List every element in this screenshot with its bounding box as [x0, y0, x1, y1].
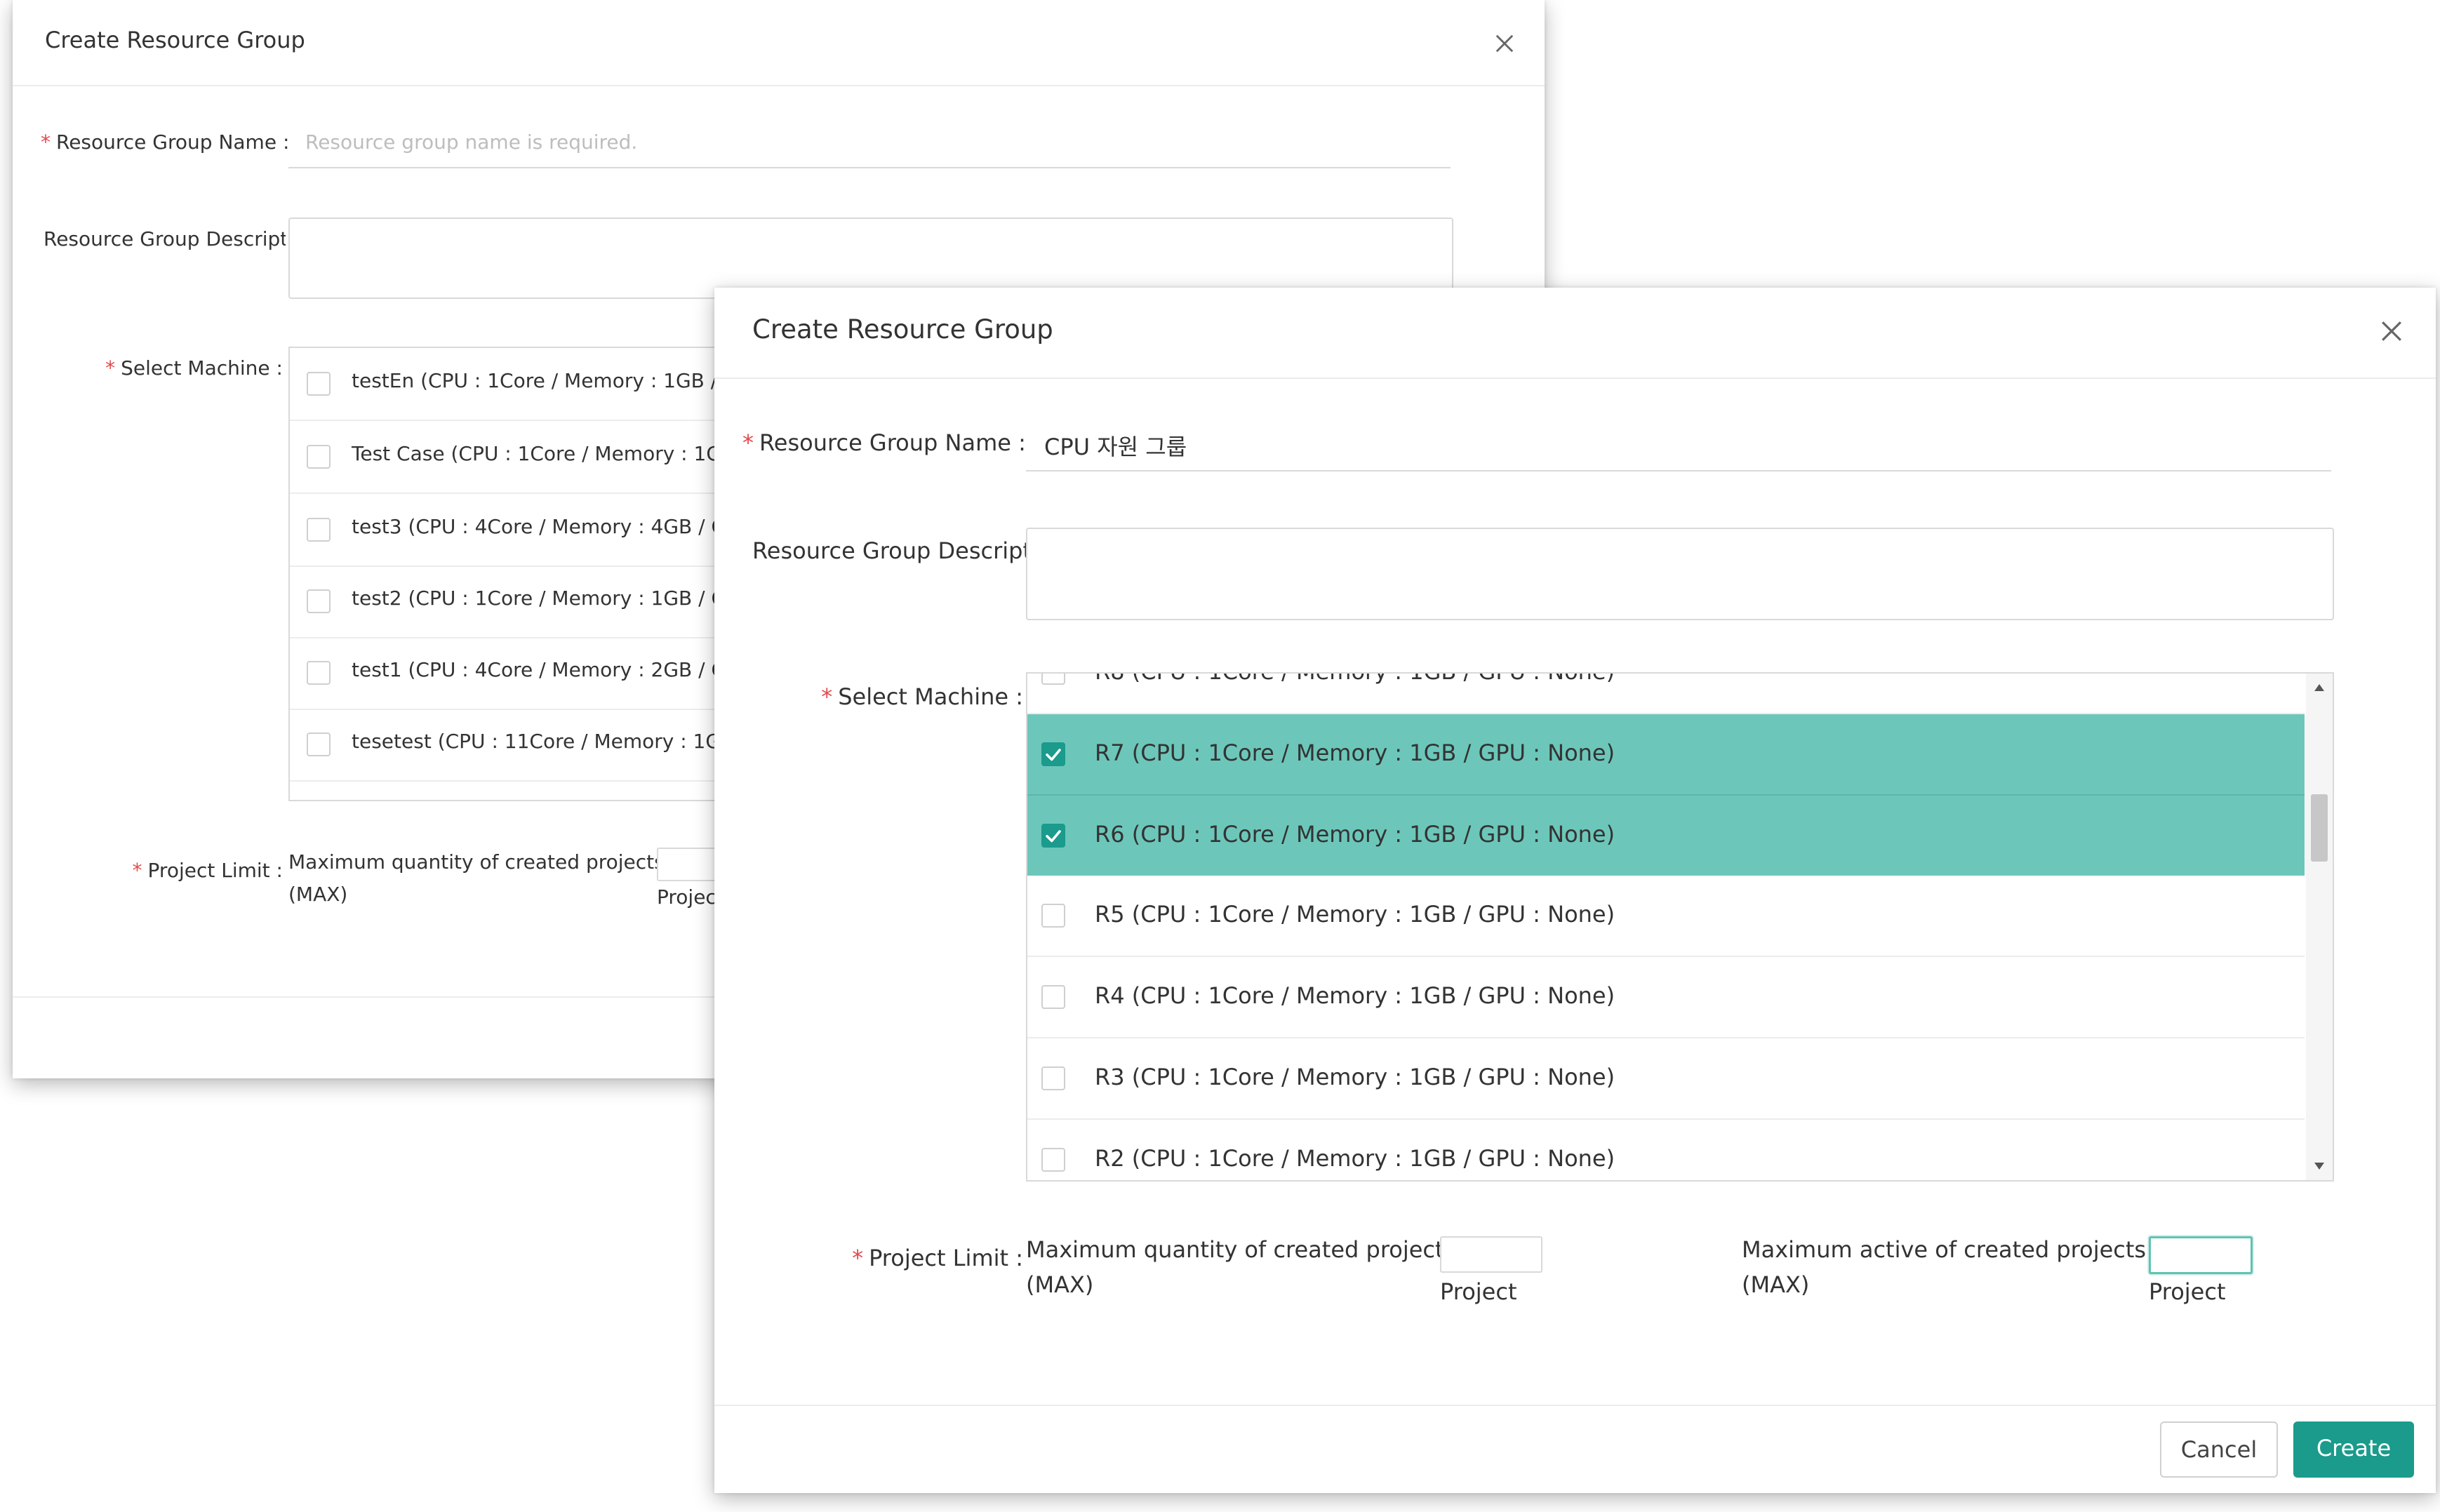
name-placeholder: Resource group name is required.: [305, 131, 638, 154]
max-quantity-label-line1: Maximum quantity of created projects: [288, 850, 665, 874]
required-marker: *: [105, 356, 116, 380]
machine-checkbox[interactable]: [307, 518, 331, 542]
project-limit-label: * Project Limit :: [852, 1245, 1023, 1271]
create-resource-group-dialog: Create Resource Group * Resource Group Na…: [714, 288, 2436, 1493]
machine-checkbox[interactable]: [307, 732, 331, 756]
machine-label: R5 (CPU : 1Core / Memory : 1GB / GPU : N…: [1095, 901, 1615, 928]
machine-label: testEn (CPU : 1Core / Memory : 1GB / GPU: [352, 369, 766, 392]
machine-checkbox[interactable]: [1041, 1066, 1065, 1090]
machine-row-r6[interactable]: R6 (CPU : 1Core / Memory : 1GB / GPU : N…: [1027, 796, 2305, 876]
scrollbar-thumb[interactable]: [2311, 794, 2328, 862]
machine-checkbox[interactable]: [307, 589, 331, 613]
required-marker: *: [852, 1245, 864, 1271]
resource-group-description-input[interactable]: [1026, 528, 2334, 620]
max-active-label-line1: Maximum active of created projects: [1742, 1236, 2147, 1263]
machine-label: tesetest (CPU : 11Core / Memory : 1GB / …: [352, 730, 769, 753]
resource-group-name-label: * Resource Group Name :: [41, 131, 290, 154]
machine-label: R4 (CPU : 1Core / Memory : 1GB / GPU : N…: [1095, 982, 1615, 1009]
dialog-title: Create Resource Group: [752, 314, 1053, 344]
create-button[interactable]: Create: [2293, 1421, 2414, 1478]
dialog-header: Create Resource Group: [13, 0, 1545, 86]
machine-row-r3[interactable]: R3 (CPU : 1Core / Memory : 1GB / GPU : N…: [1027, 1038, 2305, 1118]
machine-checkbox[interactable]: [307, 445, 331, 469]
machine-row-r4[interactable]: R4 (CPU : 1Core / Memory : 1GB / GPU : N…: [1027, 957, 2305, 1037]
required-marker: *: [132, 859, 142, 882]
machine-label: R2 (CPU : 1Core / Memory : 1GB / GPU : N…: [1095, 1145, 1615, 1172]
scroll-down-arrow-icon[interactable]: [2314, 1162, 2325, 1170]
dialog-title: Create Resource Group: [45, 27, 305, 53]
resource-group-description-label: Resource Group Description: [752, 537, 1026, 564]
required-marker: *: [742, 429, 754, 456]
max-quantity-input[interactable]: [1440, 1236, 1542, 1273]
close-icon[interactable]: [1495, 34, 1514, 53]
machine-checkbox[interactable]: [307, 372, 331, 396]
machine-label: test3 (CPU : 4Core / Memory : 4GB / GPU: [352, 515, 753, 538]
resource-group-description-input[interactable]: [288, 218, 1453, 299]
max-quantity-unit-label: Project: [1440, 1278, 1517, 1305]
project-unit-label: Projec: [657, 885, 716, 909]
machine-checkbox-checked[interactable]: [1041, 824, 1065, 848]
checkmark-icon: [1046, 749, 1061, 761]
max-active-input[interactable]: [2149, 1236, 2253, 1274]
scroll-up-arrow-icon[interactable]: [2314, 683, 2325, 692]
machine-label: R8 (CPU : 1Core / Memory : 1GB / GPU : N…: [1095, 674, 1615, 685]
dialog-header: Create Resource Group: [714, 288, 2436, 379]
machine-label: Test Case (CPU : 1Core / Memory : 1GB / …: [352, 442, 770, 465]
machine-label: R6 (CPU : 1Core / Memory : 1GB / GPU : N…: [1095, 821, 1615, 848]
machine-checkbox[interactable]: [1041, 674, 1065, 685]
required-marker: *: [41, 131, 51, 154]
required-marker: *: [821, 683, 833, 710]
select-machine-label: * Select Machine :: [821, 683, 1023, 710]
machine-row-r7[interactable]: R7 (CPU : 1Core / Memory : 1GB / GPU : N…: [1027, 714, 2305, 794]
resource-group-name-input[interactable]: CPU 자원 그룹: [1026, 417, 2331, 471]
scrollbar-track[interactable]: [2306, 674, 2333, 1180]
machine-label: R3 (CPU : 1Core / Memory : 1GB / GPU : N…: [1095, 1064, 1615, 1090]
machine-checkbox-checked[interactable]: [1041, 742, 1065, 766]
max-quantity-label-line2: (MAX): [1026, 1271, 1094, 1298]
machine-label: test2 (CPU : 1Core / Memory : 1GB / GPU: [352, 587, 753, 610]
max-quantity-label-line1: Maximum quantity of created projects: [1026, 1236, 1456, 1263]
machine-row-r5[interactable]: R5 (CPU : 1Core / Memory : 1GB / GPU : N…: [1027, 876, 2305, 956]
resource-group-name-label: * Resource Group Name :: [742, 429, 1026, 456]
footer-divider: [714, 1405, 2436, 1406]
max-active-unit-label: Project: [2149, 1278, 2226, 1305]
select-machine-label: * Select Machine :: [105, 356, 283, 380]
machine-row-r2[interactable]: R2 (CPU : 1Core / Memory : 1GB / GPU : N…: [1027, 1120, 2305, 1180]
machine-checkbox[interactable]: [307, 661, 331, 685]
project-limit-label: * Project Limit :: [132, 859, 283, 882]
machine-list[interactable]: R8 (CPU : 1Core / Memory : 1GB / GPU : N…: [1026, 672, 2334, 1182]
max-quantity-label-line2: (MAX): [288, 883, 348, 906]
machine-label: test1 (CPU : 4Core / Memory : 2GB / GPU: [352, 658, 753, 681]
resource-group-description-label: Resource Group Description: [44, 227, 286, 250]
machine-checkbox[interactable]: [1041, 985, 1065, 1009]
machine-label: R7 (CPU : 1Core / Memory : 1GB / GPU : N…: [1095, 740, 1615, 766]
resource-group-name-input[interactable]: Resource group name is required.: [288, 121, 1451, 168]
checkmark-icon: [1046, 830, 1061, 843]
cancel-button[interactable]: Cancel: [2160, 1421, 2278, 1478]
name-value: CPU 자원 그룹: [1044, 434, 1187, 460]
machine-checkbox[interactable]: [1041, 904, 1065, 928]
machine-checkbox[interactable]: [1041, 1148, 1065, 1172]
close-icon[interactable]: [2380, 320, 2403, 342]
machine-row-r8[interactable]: R8 (CPU : 1Core / Memory : 1GB / GPU : N…: [1027, 674, 2305, 713]
max-active-label-line2: (MAX): [1742, 1271, 1810, 1298]
